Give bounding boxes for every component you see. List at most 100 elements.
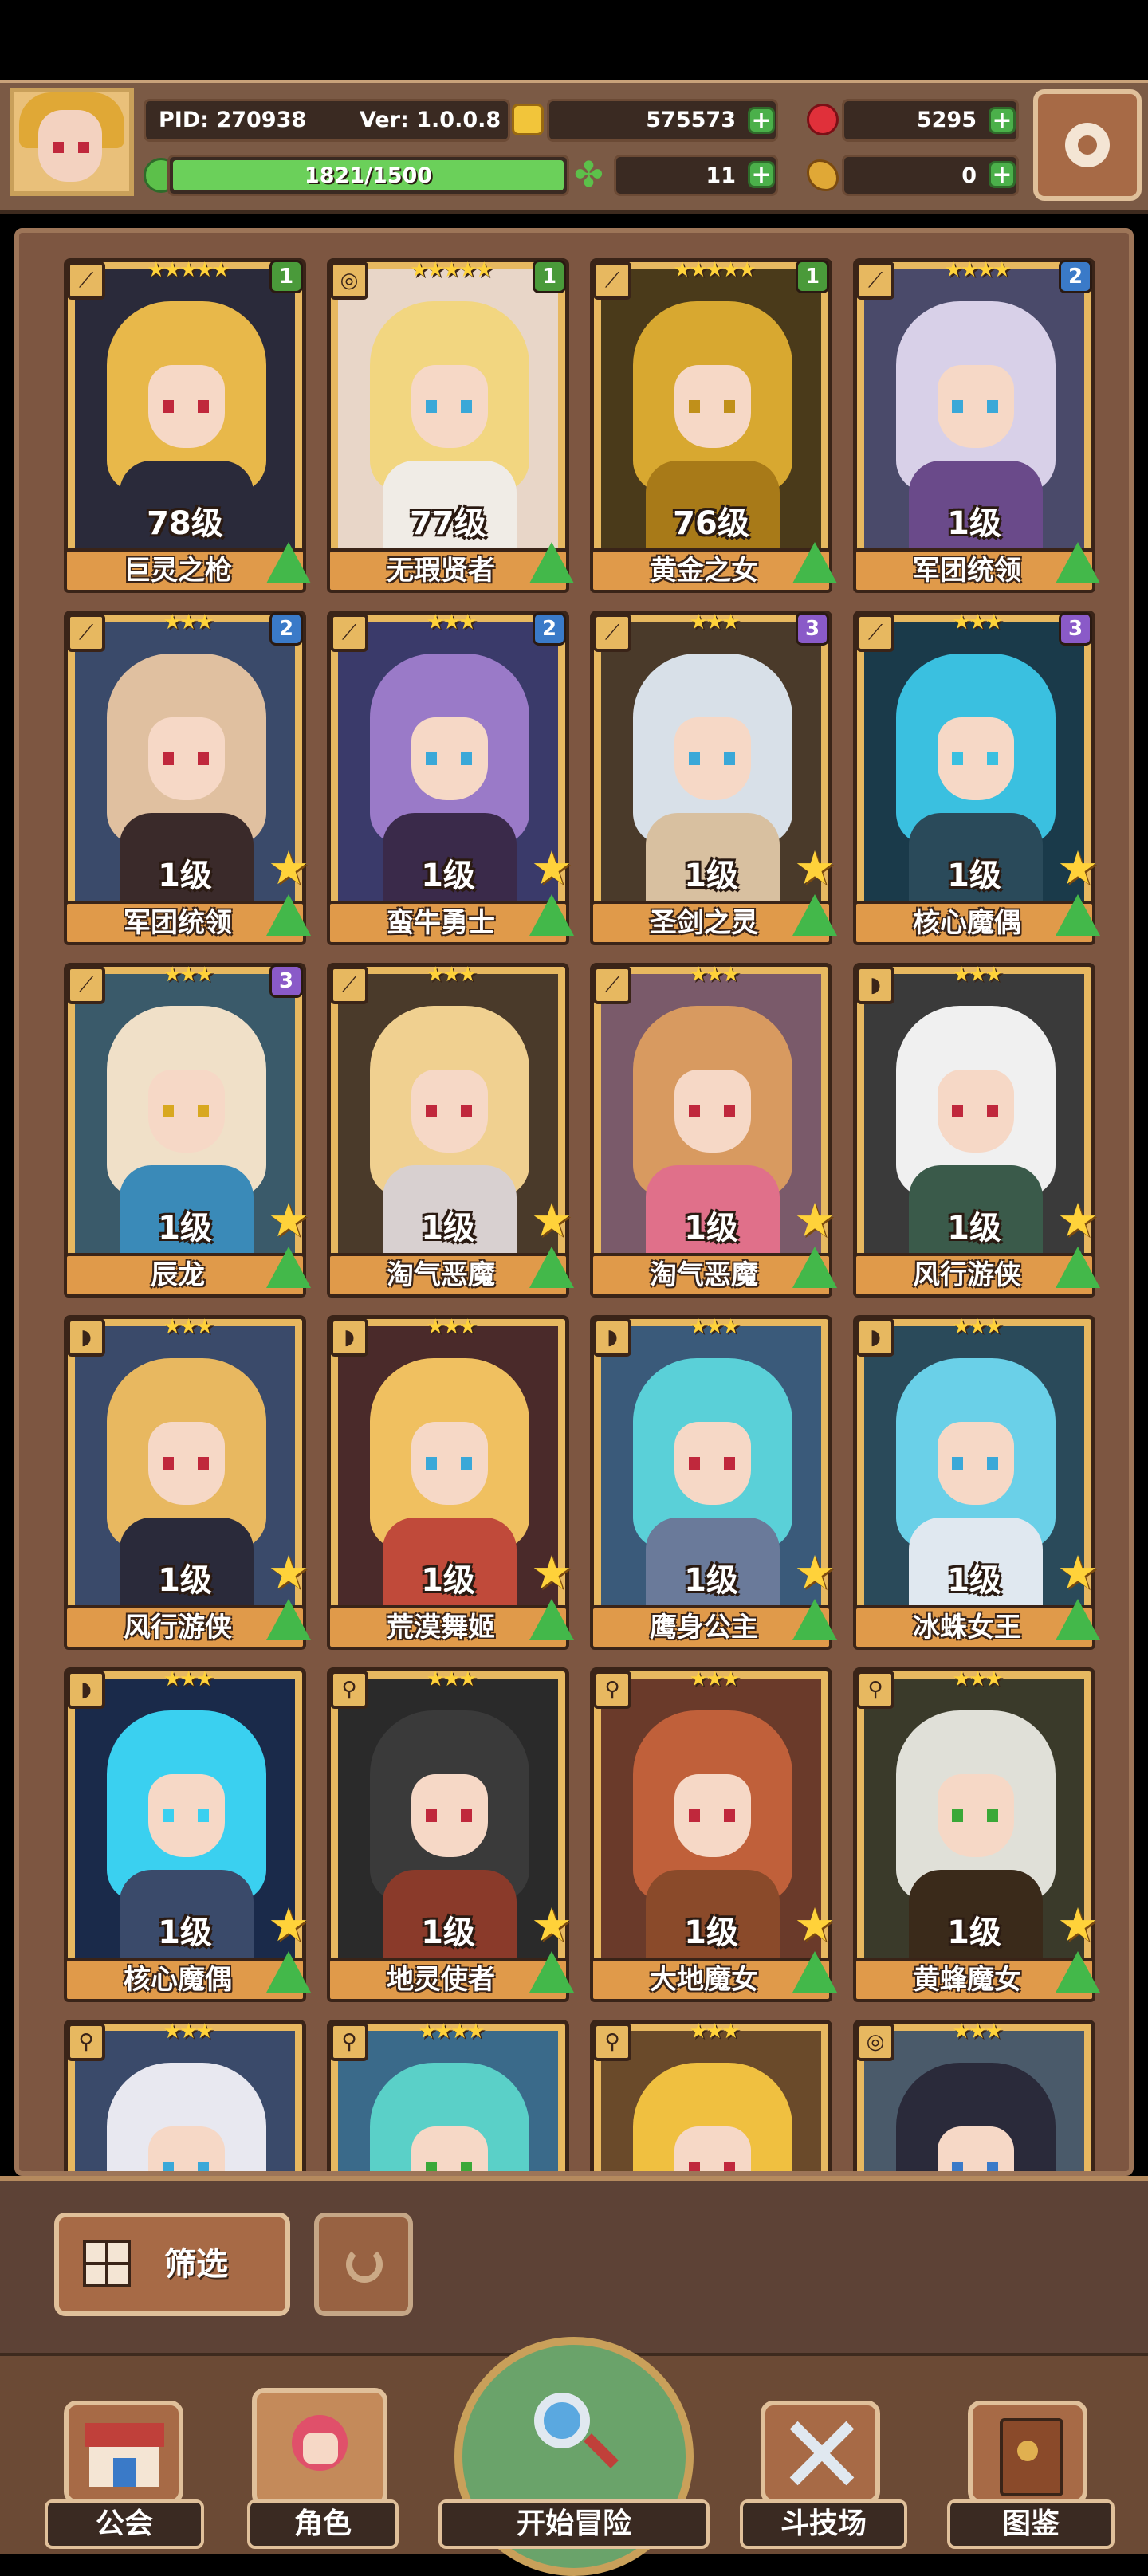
hero-card[interactable]: ⟋ ★★★ 2 1级 蛮牛勇士 ★ — [327, 611, 574, 953]
hero-card[interactable]: ◗ ★★★ 1级 鹰身公主 ★ — [590, 1315, 837, 1658]
add-gems-button[interactable]: + — [989, 107, 1016, 134]
hero-name: 圣剑之灵 — [650, 907, 758, 939]
level-up-arrow-icon[interactable] — [1056, 1599, 1100, 1640]
level-up-arrow-icon[interactable] — [266, 1599, 311, 1640]
hero-card[interactable]: ◎ ★★★ — [853, 2020, 1095, 2171]
add-meat-button[interactable]: + — [989, 161, 1016, 188]
star-upgrade-icon[interactable]: ★ — [268, 1902, 309, 1948]
hero-card[interactable]: ⟋ ★★★ 1级 淘气恶魔 ★ — [327, 963, 574, 1306]
hero-name: 淘气恶魔 — [650, 1259, 758, 1291]
hero-card[interactable]: ⚲ ★★★ — [64, 2020, 306, 2171]
character-icon — [252, 2388, 387, 2507]
star-rating: ★★★ — [689, 1315, 741, 1339]
nav-codex[interactable]: 图鉴 — [933, 2356, 1124, 2554]
level-up-arrow-icon[interactable] — [266, 542, 311, 583]
hero-card[interactable]: ◗ ★★★ 1级 荒漠舞姬 ★ — [327, 1315, 574, 1658]
hero-card[interactable]: ⟋ ★★★ 2 1级 军团统领 ★ — [64, 611, 311, 953]
star-upgrade-icon[interactable]: ★ — [794, 1549, 835, 1596]
add-clover-button[interactable]: + — [748, 161, 775, 188]
star-rating: ★★★ — [426, 963, 478, 987]
level-up-arrow-icon[interactable] — [1056, 1951, 1100, 1993]
nav-character[interactable]: 角色 — [231, 2356, 415, 2554]
hero-name: 军团统领 — [913, 555, 1021, 587]
hero-card[interactable]: ⟋ ★★★★★ 1 76级 黄金之女 — [590, 258, 837, 601]
hero-card[interactable]: ⟋ ★★★ 3 1级 核心魔偶 ★ — [853, 611, 1100, 953]
star-rating: ★★★ — [689, 963, 741, 987]
level-up-arrow-icon[interactable] — [792, 1599, 837, 1640]
hero-name: 荒漠舞姬 — [387, 1612, 495, 1643]
hero-card[interactable]: ⟋ ★★★★★ 1 78级 巨灵之枪 — [64, 258, 311, 601]
refresh-button[interactable] — [314, 2213, 413, 2316]
star-upgrade-icon[interactable]: ★ — [794, 1902, 835, 1948]
level-up-arrow-icon[interactable] — [529, 894, 574, 936]
level-up-arrow-icon[interactable] — [792, 542, 837, 583]
level-up-arrow-icon[interactable] — [266, 1951, 311, 1993]
hero-card[interactable]: ⚲ ★★★★ — [327, 2020, 569, 2171]
hero-card[interactable]: ⚲ ★★★ — [590, 2020, 832, 2171]
star-rating: ★★★ — [952, 963, 1004, 987]
level-up-arrow-icon[interactable] — [266, 894, 311, 936]
level-up-arrow-icon[interactable] — [529, 542, 574, 583]
bow-icon: ◗ — [593, 1318, 631, 1357]
add-gold-button[interactable]: + — [748, 107, 775, 134]
gold-coin-icon — [512, 104, 544, 135]
spear-icon: ⟋ — [593, 261, 631, 300]
level-up-arrow-icon[interactable] — [792, 1247, 837, 1288]
star-upgrade-icon[interactable]: ★ — [531, 1197, 572, 1243]
spear-icon: ⟋ — [856, 614, 894, 652]
hero-card[interactable]: ◗ ★★★ 1级 冰蛛女王 ★ — [853, 1315, 1100, 1658]
star-upgrade-icon[interactable]: ★ — [794, 1197, 835, 1243]
spear-icon: ⟋ — [330, 966, 368, 1004]
star-upgrade-icon[interactable]: ★ — [1057, 1549, 1099, 1596]
star-upgrade-icon[interactable]: ★ — [1057, 1902, 1099, 1948]
star-upgrade-icon[interactable]: ★ — [531, 1902, 572, 1948]
star-upgrade-icon[interactable]: ★ — [1057, 1197, 1099, 1243]
rank-badge: 2 — [1059, 260, 1092, 293]
filter-button[interactable]: 筛选 — [54, 2213, 290, 2316]
star-upgrade-icon[interactable]: ★ — [268, 845, 309, 891]
level-up-arrow-icon[interactable] — [529, 1247, 574, 1288]
hero-card[interactable]: ⚲ ★★★ 1级 大地魔女 ★ — [590, 1667, 837, 2010]
star-rating: ★★★ — [689, 2020, 741, 2044]
hero-card[interactable]: ⚲ ★★★ 1级 地灵使者 ★ — [327, 1667, 574, 2010]
level-up-arrow-icon[interactable] — [529, 1951, 574, 1993]
level-up-arrow-icon[interactable] — [529, 1599, 574, 1640]
level-up-arrow-icon[interactable] — [1056, 894, 1100, 936]
settings-button[interactable] — [1033, 89, 1142, 201]
wand-icon: ⚲ — [330, 1671, 368, 1709]
hero-card[interactable]: ⟋ ★★★★ 2 1级 军团统领 — [853, 258, 1100, 601]
hero-card[interactable]: ◗ ★★★ 1级 风行游侠 ★ — [64, 1315, 311, 1658]
star-upgrade-icon[interactable]: ★ — [1057, 845, 1099, 891]
player-avatar[interactable] — [10, 88, 134, 196]
level-up-arrow-icon[interactable] — [1056, 1247, 1100, 1288]
hero-name: 鹰身公主 — [650, 1612, 758, 1643]
meat-icon — [807, 159, 839, 191]
hero-grid-panel[interactable]: ⟋ ★★★★★ 1 78级 巨灵之枪 ◎ ★★★★★ 1 77级 无瑕贤者 ⟋ ★★★★★ 1 76级 黄金… — [14, 228, 1134, 2176]
hero-name: 冰蛛女王 — [913, 1612, 1021, 1643]
orb-icon: ◎ — [856, 2023, 894, 2061]
level-up-arrow-icon[interactable] — [792, 1951, 837, 1993]
hero-card[interactable]: ◗ ★★★ 1级 核心魔偶 ★ — [64, 1667, 311, 2010]
hero-card[interactable]: ⟋ ★★★ 3 1级 辰龙 ★ — [64, 963, 311, 1306]
nav-guild[interactable]: 公会 — [32, 2356, 215, 2554]
bow-icon: ◗ — [67, 1318, 105, 1357]
grid-icon — [83, 2240, 131, 2287]
hero-card[interactable]: ⟋ ★★★ 1级 淘气恶魔 ★ — [590, 963, 837, 1306]
star-upgrade-icon[interactable]: ★ — [531, 1549, 572, 1596]
level-up-arrow-icon[interactable] — [792, 894, 837, 936]
nav-arena[interactable]: 斗技场 — [725, 2356, 917, 2554]
hero-card[interactable]: ⟋ ★★★ 3 1级 圣剑之灵 ★ — [590, 611, 837, 953]
bow-icon: ◗ — [67, 1671, 105, 1709]
gold-amount: 575573 — [646, 108, 736, 132]
star-upgrade-icon[interactable]: ★ — [268, 1197, 309, 1243]
star-upgrade-icon[interactable]: ★ — [268, 1549, 309, 1596]
hero-card[interactable]: ◗ ★★★ 1级 风行游侠 ★ — [853, 963, 1100, 1306]
hero-card[interactable]: ⚲ ★★★ 1级 黄蜂魔女 ★ — [853, 1667, 1100, 2010]
star-upgrade-icon[interactable]: ★ — [794, 845, 835, 891]
level-up-arrow-icon[interactable] — [1056, 542, 1100, 583]
nav-adventure[interactable]: 开始冒险 — [438, 2337, 710, 2576]
crossed-swords-icon — [761, 2401, 880, 2504]
hero-card[interactable]: ◎ ★★★★★ 1 77级 无瑕贤者 — [327, 258, 574, 601]
star-upgrade-icon[interactable]: ★ — [531, 845, 572, 891]
level-up-arrow-icon[interactable] — [266, 1247, 311, 1288]
